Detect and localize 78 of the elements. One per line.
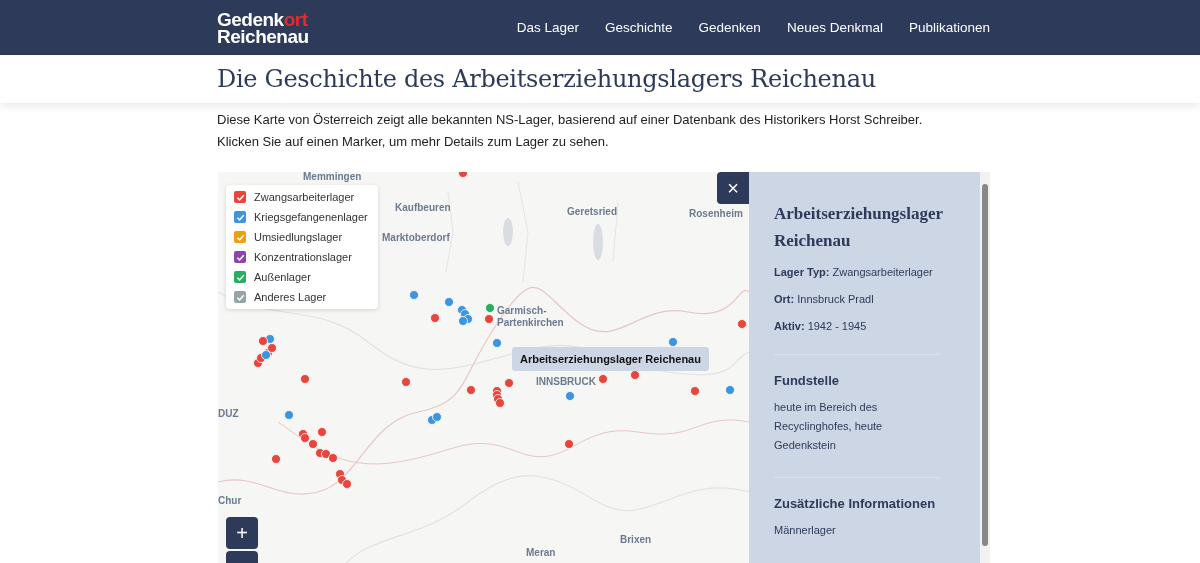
legend-label: Zwangsarbeiterlager [254,191,355,203]
camp-marker[interactable] [300,374,310,384]
camp-marker[interactable] [444,297,454,307]
city-label: Kaufbeuren [395,202,451,214]
legend-checkbox[interactable] [234,211,246,223]
legend-label: Außenlager [254,271,311,283]
camp-fact: Aktiv: 1942 - 1945 [774,320,868,332]
camp-marker[interactable] [630,370,640,380]
page-title: Die Geschichte des Arbeitserziehungslagers Reichenau [217,65,876,93]
camp-marker[interactable] [258,336,268,346]
camp-fact: Ort: Innsbruck Pradl [774,293,875,305]
intro-text: Klicken Sie auf einen Marker, um mehr Details zum Lager zu sehen. [217,133,610,151]
camp-marker[interactable] [317,427,327,437]
marker-tooltip: Arbeitserziehungslager Reichenau [512,347,709,371]
camp-marker[interactable] [458,316,468,326]
camp-marker[interactable] [725,385,735,395]
camp-title: Arbeitserziehungslager Reichenau [774,203,944,252]
camp-marker[interactable] [492,338,502,348]
nav-link[interactable]: Das Lager [516,20,580,35]
city-label: Marktoberdorf [382,232,450,244]
legend-checkbox[interactable] [234,291,246,303]
camp-marker[interactable] [484,314,494,324]
camp-marker[interactable] [409,290,419,300]
city-label: Meran [526,547,556,559]
camp-marker[interactable] [668,337,678,347]
camp-marker[interactable] [564,439,574,449]
city-label: Brixen [620,534,652,546]
camp-fact: Lager Typ: Zwangsarbeiterlager [774,266,934,278]
city-label: Chur [218,495,242,507]
camp-marker[interactable] [308,439,318,449]
legend-checkbox[interactable] [234,271,246,283]
city-label: Geretsried [567,206,618,218]
legend-checkbox[interactable] [234,251,246,263]
camp-marker[interactable] [267,343,277,353]
city-label: Rosenheim [689,208,743,220]
site-logo[interactable]: Gedenkort Reichenau [217,10,309,45]
camp-marker[interactable] [504,378,514,388]
camp-marker[interactable] [432,412,442,422]
camp-marker[interactable] [401,377,411,387]
legend-label: Konzentrationslager [254,251,352,263]
camp-marker[interactable] [737,319,747,329]
camp-marker[interactable] [271,454,281,464]
city-label: DUZ [218,408,239,420]
camp-marker[interactable] [495,398,505,408]
legend-checkbox[interactable] [234,231,246,243]
camp-marker[interactable] [430,313,440,323]
camp-marker[interactable] [328,453,338,463]
nav-link[interactable]: Geschichte [605,20,673,35]
section-text: Männerlager [774,523,837,538]
nav-link[interactable]: Neues Denkmal [786,20,883,35]
camp-marker[interactable] [458,172,468,178]
zoom-in-button[interactable]: + [226,517,258,549]
camp-marker[interactable] [565,391,575,401]
city-label: INNSBRUCK [536,376,596,388]
camp-marker[interactable] [261,350,271,360]
camp-marker[interactable] [690,386,700,396]
section-heading: Zusätzliche Informationen [774,496,937,511]
section-text: heute im Bereich des Recyclinghofes, heute Gedenkstein [774,400,884,453]
legend-label: Anderes Lager [254,291,327,303]
nav-link[interactable]: Gedenken [698,20,761,35]
scrollbar[interactable] [980,172,990,563]
section-heading: Fundstelle [774,373,840,388]
scrollbar-thumb[interactable] [982,184,988,546]
legend-label: Kriegsgefangenenlager [254,211,368,223]
camp-marker[interactable] [300,433,310,443]
camp-marker[interactable] [284,410,294,420]
nav-link[interactable]: Publikationen [908,20,990,35]
camp-marker[interactable] [342,479,352,489]
camp-marker[interactable] [321,449,331,459]
legend-label: Umsiedlungslager [254,231,343,243]
city-label: Garmisch- Partenkirchen [497,305,564,329]
camp-marker[interactable] [485,303,495,313]
close-button[interactable]: × [717,172,749,204]
legend-checkbox[interactable] [234,191,246,203]
camp-marker[interactable] [466,385,476,395]
intro-text: Diese Karte von Österreich zeigt alle bekannten NS-Lager, basierend auf einer Datenbank des Historikers Horst Schreiber. [217,111,924,129]
selected-camp-marker[interactable] [598,374,608,384]
city-label: Memmingen [303,172,362,183]
